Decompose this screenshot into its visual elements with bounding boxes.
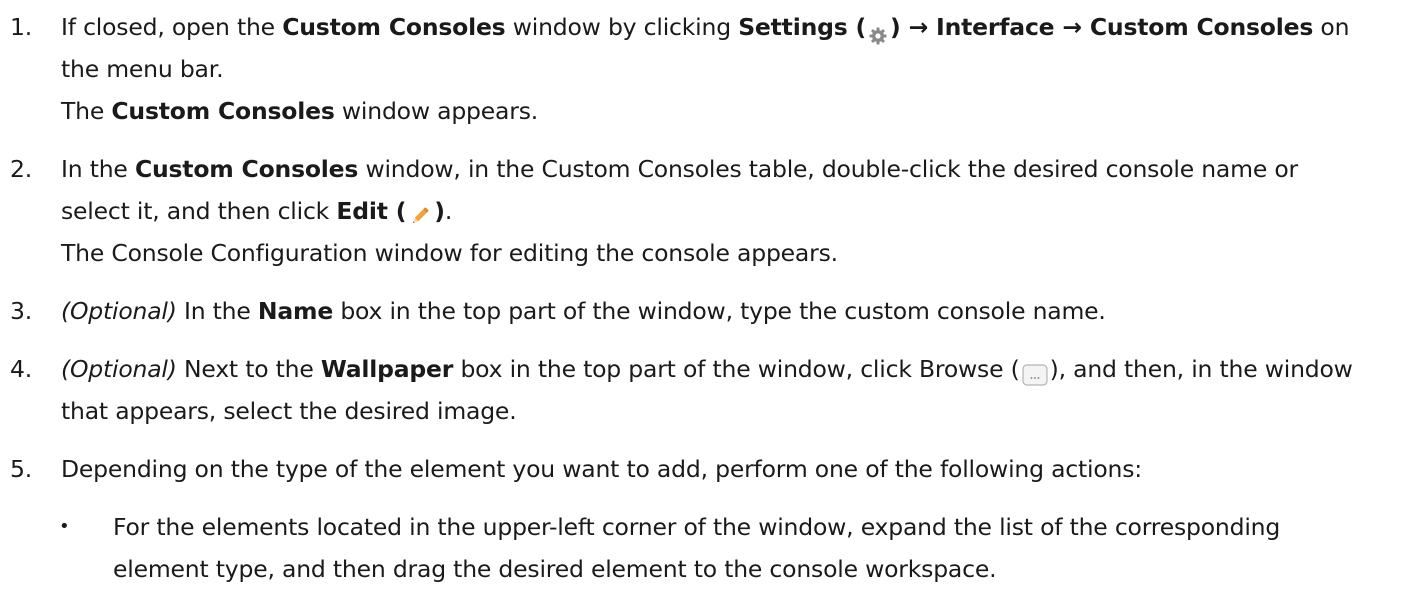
step-5-actions: • For the elements located in the upper-… [0, 506, 1401, 590]
text: In the [176, 297, 258, 325]
text: box in the top part of the window, click… [453, 355, 1020, 383]
text: Next to the [176, 355, 321, 383]
ui-term: Custom Consoles [282, 13, 506, 41]
text: box in the top part of the window, type … [333, 297, 1106, 325]
step-number: 5. [10, 455, 33, 483]
step-text-line: If closed, open the Custom Consoles wind… [61, 6, 1401, 48]
ui-term: ) [434, 197, 445, 225]
ui-term: ) → Interface → Custom Consoles [890, 13, 1314, 41]
bullet-item: • For the elements located in the upper-… [0, 506, 1401, 590]
step-number: 1. [10, 13, 33, 41]
step-text-line: (Optional) Next to the Wallpaper box in … [61, 348, 1401, 390]
step-5: 5. Depending on the type of the element … [0, 448, 1401, 490]
text: For the elements located in the upper-le… [113, 513, 1281, 541]
pencil-icon [408, 199, 432, 223]
bullet-text-line: For the elements located in the upper-le… [113, 506, 1401, 548]
step-result-line: The Console Configuration window for edi… [61, 232, 1401, 274]
step-3: 3. (Optional) In the Name box in the top… [0, 290, 1401, 332]
text: Depending on the type of the element you… [61, 455, 1142, 483]
text: select it, and then click [61, 197, 337, 225]
text: If closed, open the [61, 13, 283, 41]
bullet-marker: • [59, 516, 70, 537]
text: window appears. [334, 97, 539, 125]
step-text-line: (Optional) In the Name box in the top pa… [61, 290, 1401, 332]
text: . [444, 197, 453, 225]
step-number: 4. [10, 355, 33, 383]
optional-label: (Optional) [61, 297, 177, 325]
bullet-text-line: element type, and then drag the desired … [113, 548, 1401, 590]
text: In the [61, 155, 135, 183]
text: window, in the Custom Consoles table, do… [358, 155, 1298, 183]
browse-button-icon [1022, 357, 1048, 386]
gear-icon [868, 17, 888, 44]
step-text-line: Depending on the type of the element you… [61, 448, 1401, 490]
text: element type, and then drag the desired … [113, 555, 997, 583]
text: The Console Configuration window for edi… [61, 239, 838, 267]
step-result-line: The Custom Consoles window appears. [61, 90, 1401, 132]
step-number: 3. [10, 297, 33, 325]
ui-term: Custom Consoles [111, 97, 335, 125]
step-number: 2. [10, 155, 33, 183]
step-1: 1. If closed, open the Custom Consoles w… [0, 6, 1401, 132]
ui-term: Edit ( [336, 197, 407, 225]
text: that appears, select the desired image. [61, 397, 517, 425]
text: ), and then, in the window [1049, 355, 1353, 383]
step-text-line: select it, and then click Edit (). [61, 190, 1401, 232]
text: on [1313, 13, 1350, 41]
ui-term: Wallpaper [320, 355, 454, 383]
text: the menu bar. [61, 55, 224, 83]
step-2: 2. In the Custom Consoles window, in the… [0, 148, 1401, 274]
procedure-steps: 1. If closed, open the Custom Consoles w… [0, 6, 1401, 490]
ui-term: Name [257, 297, 334, 325]
text: The [61, 97, 112, 125]
optional-label: (Optional) [61, 355, 177, 383]
text: window by clicking [505, 13, 739, 41]
step-text-line: that appears, select the desired image. [61, 390, 1401, 432]
ui-term: Settings ( [738, 13, 867, 41]
step-4: 4. (Optional) Next to the Wallpaper box … [0, 348, 1401, 432]
ui-term: Custom Consoles [134, 155, 359, 183]
step-text-line: the menu bar. [61, 48, 1401, 90]
step-text-line: In the Custom Consoles window, in the Cu… [61, 148, 1401, 190]
